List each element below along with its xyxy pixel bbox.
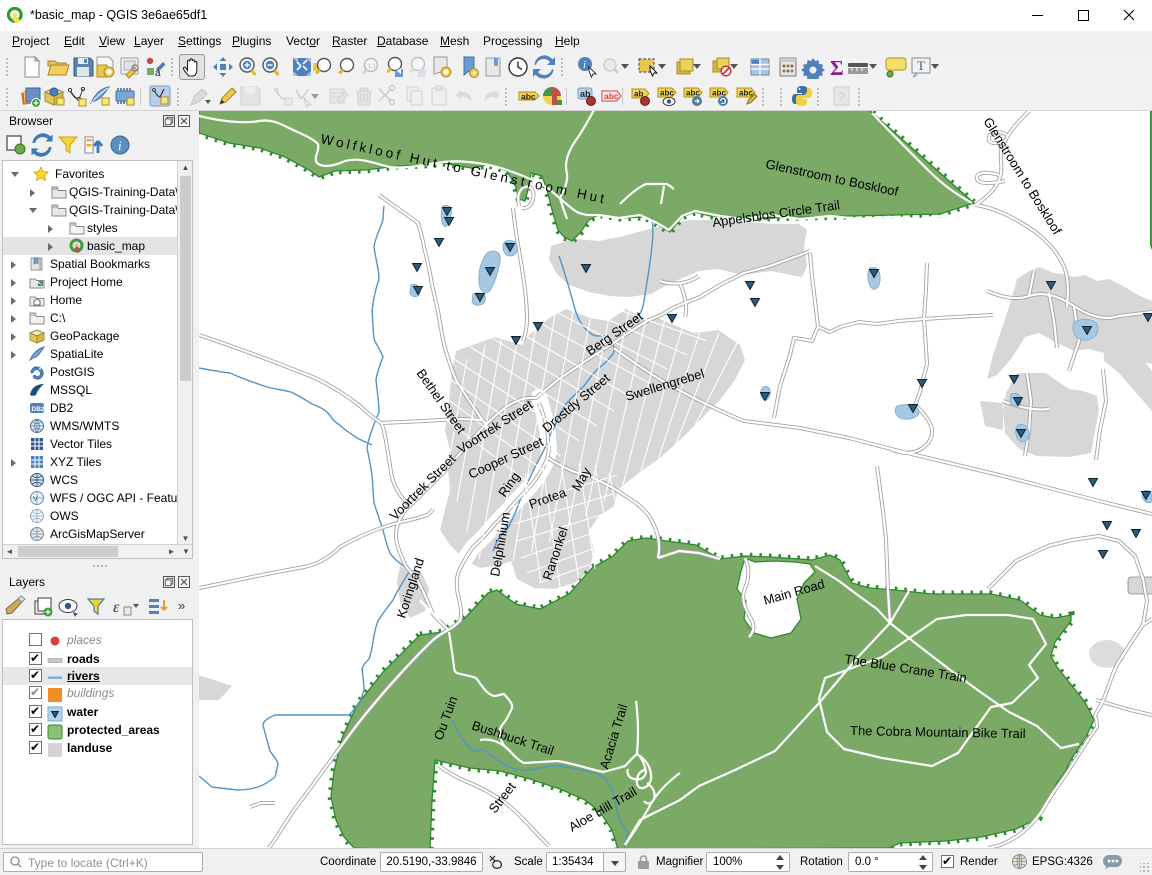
svg-text:V: V xyxy=(33,496,38,503)
svg-text:abc: abc xyxy=(660,89,674,98)
svg-text:abc: abc xyxy=(604,91,619,101)
svg-text:i: i xyxy=(118,138,122,153)
svg-text:abc: abc xyxy=(739,89,753,98)
svg-text:a: a xyxy=(155,68,161,79)
svg-text:abc: abc xyxy=(521,92,536,102)
svg-text:i: i xyxy=(583,59,586,71)
svg-text:1:1: 1:1 xyxy=(368,64,377,70)
svg-text:DB2: DB2 xyxy=(32,406,45,413)
svg-text:The Cobra Mountain Bike Trail: The Cobra Mountain Bike Trail xyxy=(850,723,1026,741)
svg-text:?: ? xyxy=(838,90,845,104)
svg-text:ε: ε xyxy=(113,599,120,616)
svg-text:Σ: Σ xyxy=(830,56,844,79)
svg-text:T: T xyxy=(917,58,925,73)
